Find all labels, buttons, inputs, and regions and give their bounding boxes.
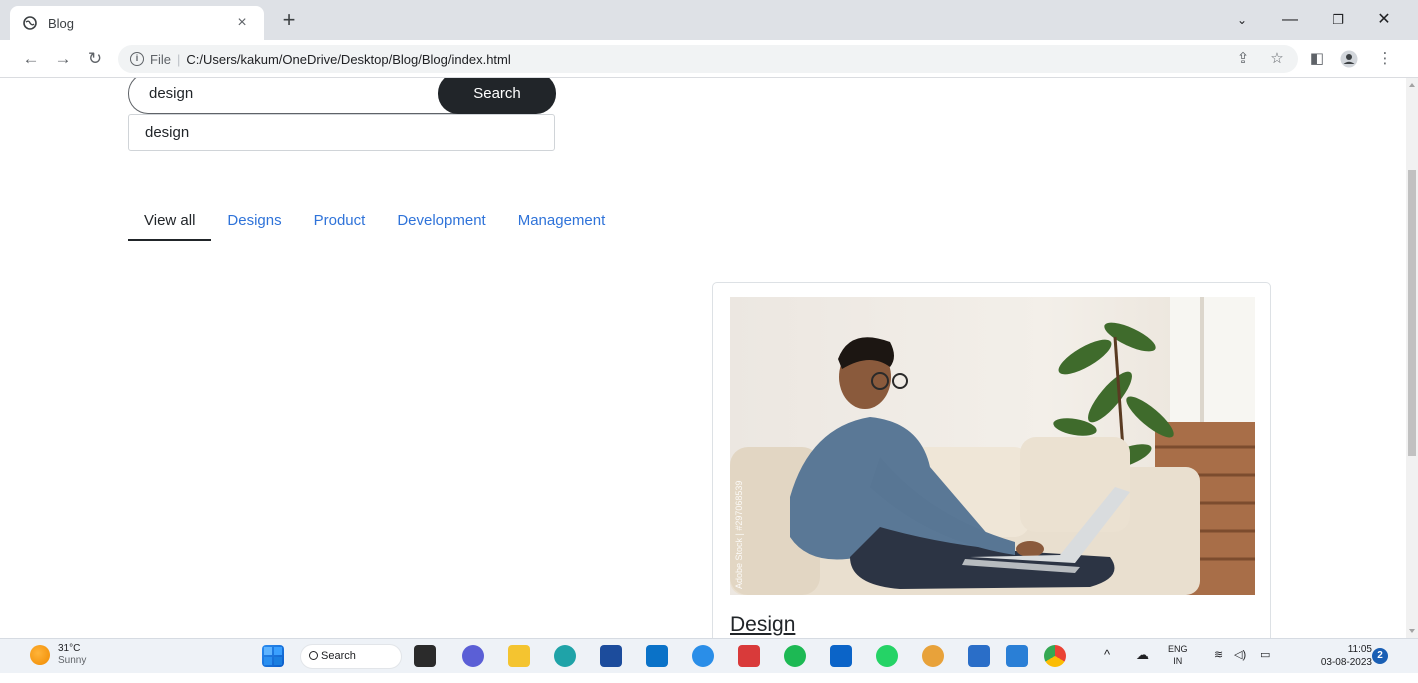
new-tab-button[interactable]: + xyxy=(276,8,302,34)
blog-card[interactable]: Adobe Stock | #297068539 Design xyxy=(712,282,1271,638)
back-arrow-icon[interactable]: ← xyxy=(18,46,44,72)
page-viewport: Search design View all Designs Product D… xyxy=(0,78,1406,638)
filter-product[interactable]: Product xyxy=(298,212,382,241)
mcafee-icon[interactable] xyxy=(738,645,760,667)
scroll-up-arrow-icon[interactable] xyxy=(1409,83,1415,87)
windows-start-icon[interactable] xyxy=(262,645,284,667)
photos-icon[interactable] xyxy=(968,645,990,667)
language-region: IN xyxy=(1173,656,1183,666)
notification-badge[interactable]: 2 xyxy=(1372,648,1388,664)
browser-toolbar: ← → ↻ i File | C:/Users/kakum/OneDrive/D… xyxy=(0,40,1418,78)
vscode-icon[interactable] xyxy=(1006,645,1028,667)
reload-icon[interactable]: ↻ xyxy=(82,46,108,72)
chat-icon[interactable] xyxy=(462,645,484,667)
outlook-icon[interactable] xyxy=(646,645,668,667)
menu-kebab-icon[interactable]: ⋮ xyxy=(1372,46,1398,72)
tab-close-icon[interactable]: × xyxy=(232,14,252,32)
minimize-button[interactable]: — xyxy=(1270,6,1310,34)
forward-arrow-icon[interactable]: → xyxy=(50,46,76,72)
share-icon[interactable]: ⇪ xyxy=(1230,46,1256,72)
image-watermark: Adobe Stock | #297068539 xyxy=(734,481,744,589)
blog-card-image: Adobe Stock | #297068539 xyxy=(730,297,1255,595)
filter-designs[interactable]: Designs xyxy=(211,212,297,241)
app-icon[interactable] xyxy=(692,645,714,667)
mail-icon[interactable] xyxy=(830,645,852,667)
spotify-icon[interactable] xyxy=(784,645,806,667)
search-input[interactable] xyxy=(128,78,458,114)
battery-icon[interactable]: ▭ xyxy=(1260,648,1270,683)
bookmark-star-icon[interactable]: ☆ xyxy=(1264,46,1290,72)
task-view-icon[interactable] xyxy=(414,645,436,667)
filter-view-all[interactable]: View all xyxy=(128,212,212,241)
taskbar-search-label: Search xyxy=(321,650,356,662)
scroll-down-arrow-icon[interactable] xyxy=(1409,629,1415,633)
wifi-icon[interactable]: ≋ xyxy=(1214,648,1223,683)
tab-title: Blog xyxy=(48,15,75,31)
restore-button[interactable]: ❐ xyxy=(1318,6,1358,34)
chrome-canary-icon[interactable] xyxy=(922,645,944,667)
vertical-scrollbar[interactable] xyxy=(1406,78,1418,638)
clock-date: 03-08-2023 xyxy=(1320,657,1372,668)
store-icon[interactable] xyxy=(600,645,622,667)
weather-temperature: 31°C xyxy=(58,643,81,654)
blog-card-title[interactable]: Design xyxy=(730,613,795,637)
tab-strip: Blog × + ⌄ — ❐ ✕ xyxy=(0,0,1418,40)
weather-description: Sunny xyxy=(58,655,87,666)
autocomplete-suggestion[interactable]: design xyxy=(128,114,555,151)
url-text: C:/Users/kakum/OneDrive/Desktop/Blog/Blo… xyxy=(186,51,511,67)
info-icon[interactable]: i xyxy=(130,52,144,66)
taskbar-search[interactable]: Search xyxy=(300,644,402,669)
close-window-button[interactable]: ✕ xyxy=(1364,6,1404,34)
tab-search-chevron-icon[interactable]: ⌄ xyxy=(1222,6,1262,34)
scrollbar-thumb[interactable] xyxy=(1408,170,1416,456)
filter-development[interactable]: Development xyxy=(381,212,501,241)
search-icon xyxy=(309,651,318,660)
tray-chevron-icon[interactable]: ^ xyxy=(1104,647,1110,682)
file-explorer-icon[interactable] xyxy=(508,645,530,667)
globe-icon xyxy=(22,15,38,31)
chrome-icon[interactable] xyxy=(1044,645,1066,667)
weather-widget[interactable]: 31°C Sunny xyxy=(30,643,86,667)
url-scheme: File xyxy=(150,51,171,67)
filter-management[interactable]: Management xyxy=(502,212,622,241)
onedrive-cloud-icon[interactable]: ☁ xyxy=(1136,647,1149,682)
whatsapp-icon[interactable] xyxy=(876,645,898,667)
url-separator: | xyxy=(176,51,181,67)
clock-time: 11:05 xyxy=(1347,644,1372,655)
search-button[interactable]: Search xyxy=(438,78,556,114)
language-code: ENG xyxy=(1168,644,1188,654)
category-filters: View all Designs Product Development Man… xyxy=(128,212,621,241)
windows-taskbar: 31°C Sunny Search ^ ☁ ENG IN ≋ ◁) ▭ 11:0… xyxy=(0,638,1418,673)
address-bar[interactable]: i File | C:/Users/kakum/OneDrive/Desktop… xyxy=(118,45,1298,73)
edge-icon[interactable] xyxy=(554,645,576,667)
side-panel-icon[interactable]: ◧ xyxy=(1304,46,1330,72)
browser-tab[interactable]: Blog × xyxy=(10,6,264,40)
volume-icon[interactable]: ◁) xyxy=(1234,648,1246,683)
sun-icon xyxy=(30,645,50,665)
search-form: Search xyxy=(128,78,556,114)
profile-avatar-icon[interactable] xyxy=(1336,46,1362,72)
